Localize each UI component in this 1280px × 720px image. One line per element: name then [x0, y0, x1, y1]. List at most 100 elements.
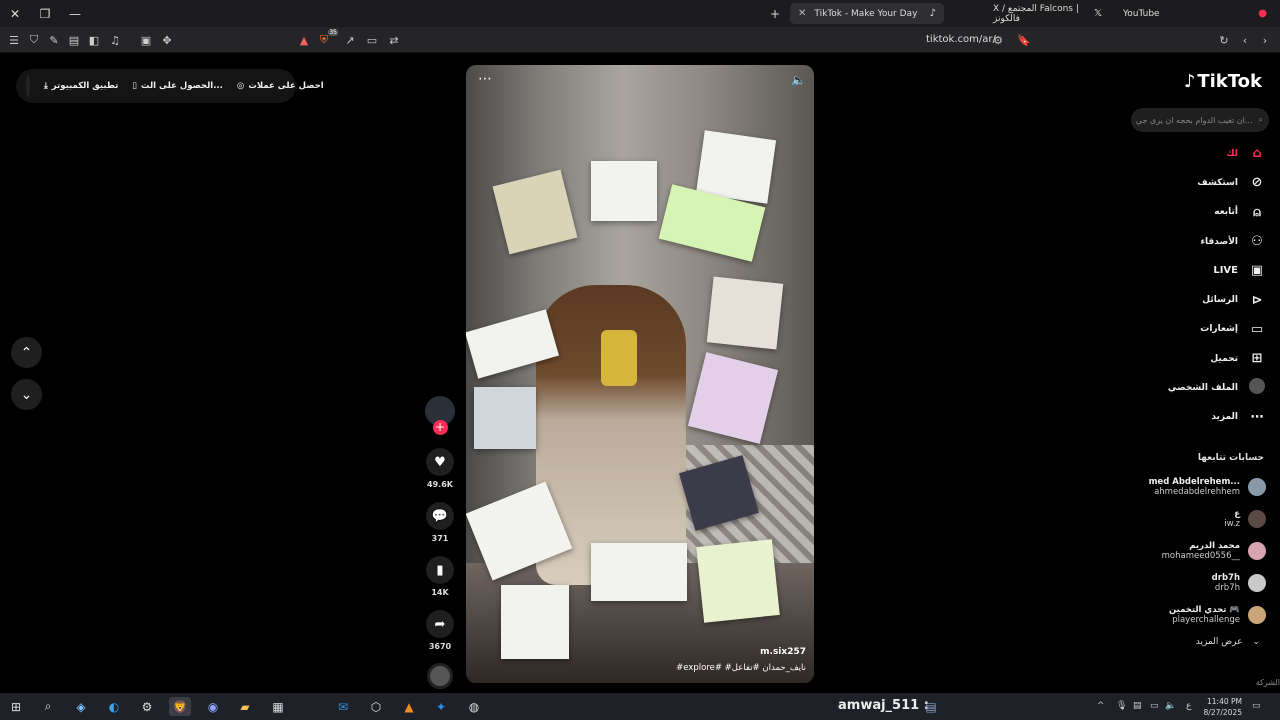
following-account[interactable]: تحدي التخمين 🎮 playerchallenge — [1126, 599, 1266, 631]
share-button[interactable]: ➦ — [426, 610, 454, 638]
company-link[interactable]: الشركة — [1256, 678, 1280, 687]
tray-overflow-icon[interactable]: ^ — [1097, 701, 1105, 711]
search-icon[interactable]: ⌕ — [37, 697, 59, 716]
sidebar-icon[interactable]: ◧ — [86, 32, 102, 48]
search-input[interactable]: ان تغيب الدوام بحجه ان يرى جي... — [1136, 116, 1253, 125]
sidebar-item-messages[interactable]: الرسائل ⊳ — [1136, 285, 1266, 314]
outlook-icon[interactable]: ✉ — [332, 697, 354, 716]
following-list: med Abdelrehem... ahmedabdelrehhem ع iw.z … — [1126, 471, 1266, 631]
puzzle-icon[interactable]: ✥ — [159, 32, 175, 48]
like-button[interactable]: ♥ — [426, 448, 454, 476]
close-window-icon[interactable]: ✕ — [0, 0, 30, 27]
obs-icon[interactable]: ◍ — [463, 697, 485, 716]
save-button[interactable]: ▮ — [426, 556, 454, 584]
following-account[interactable]: drb7h drb7h — [1126, 567, 1266, 599]
sidebar-item-more[interactable]: المزيد ⋯ — [1136, 403, 1266, 432]
system-clock[interactable]: 11:40 PM 8/27/2025 — [1200, 696, 1242, 718]
chevron-up-icon: ⌃ — [20, 344, 33, 361]
microphone-icon[interactable]: 🎙 — [1116, 701, 1127, 711]
tab-tiktok[interactable]: ✕ TikTok - Make Your Day ♪ — [790, 3, 944, 24]
minimize-window-icon[interactable]: — — [60, 0, 90, 27]
extensions-icon[interactable]: ✎ — [46, 32, 62, 48]
translate-icon[interactable]: ⇄ — [386, 32, 402, 48]
save-count: 14K — [431, 588, 449, 597]
brave-shields-icon[interactable]: ⛨ 35 — [316, 29, 338, 48]
see-more-button[interactable]: عرض المزيد ⌄ — [1196, 637, 1260, 647]
sidebar-item-following[interactable]: أتابعه ⍝ — [1136, 198, 1266, 227]
battlenet-icon[interactable]: ✦ — [430, 697, 452, 716]
sidebar-item-live[interactable]: LIVE ▣ — [1136, 256, 1266, 285]
volume-icon[interactable]: 🔈 — [791, 73, 806, 87]
sidebar-item-profile[interactable]: الملف الشخصي — [1136, 373, 1266, 402]
forward-icon[interactable]: › — [1257, 32, 1273, 48]
following-account[interactable]: med Abdelrehem... ahmedabdelrehhem — [1126, 471, 1266, 503]
epic-games-icon[interactable]: ⬡ — [365, 697, 387, 716]
share-icon[interactable]: ↗ — [342, 32, 358, 48]
friends-icon: ⚇ — [1251, 234, 1263, 250]
following-account[interactable]: محمد الدريم mohameed0556__ — [1126, 535, 1266, 567]
brave-rewards-icon[interactable]: ▲ — [296, 32, 312, 48]
edge-icon[interactable]: ◐ — [103, 697, 125, 716]
music-disc-icon[interactable] — [427, 663, 453, 689]
restore-window-icon[interactable]: ❐ — [30, 0, 60, 27]
close-tab-icon[interactable]: ✕ — [798, 8, 806, 19]
sidebar-item-friends[interactable]: الأصدقاء ⚇ — [1136, 227, 1266, 256]
get-app-button[interactable]: ▯ الحصول على الت... — [132, 81, 223, 91]
discord-icon[interactable]: ◉ — [202, 697, 224, 716]
windows-start-icon[interactable]: ⊞ — [5, 697, 27, 716]
sidebar-item-notifications[interactable]: إشعارات ▭ — [1136, 315, 1266, 344]
network-icon[interactable]: ▤ — [1133, 701, 1142, 711]
video-player[interactable]: ⋯ 🔈 m.six257 #explore# #نايف_حمدان #تفاع… — [466, 65, 814, 683]
next-video-button[interactable]: ⌄ — [11, 379, 42, 410]
search-icon[interactable]: ⌕ — [1259, 115, 1263, 125]
comment-button[interactable]: 💬 — [426, 502, 454, 530]
live-icon: ▣ — [1250, 263, 1264, 279]
notifications-icon[interactable]: ▭ — [1252, 701, 1261, 711]
get-coins-button[interactable]: ◎ احصل على عملات — [237, 81, 324, 91]
brave-browser-icon[interactable]: 🦁 — [169, 697, 191, 716]
tiktok-logo[interactable]: ♪ TikTok — [1184, 71, 1262, 92]
display-icon[interactable]: ▭ — [1150, 701, 1159, 711]
video-sticker — [492, 169, 578, 255]
video-more-icon[interactable]: ⋯ — [478, 71, 492, 87]
cast-icon[interactable]: ▭ — [364, 32, 380, 48]
shield-icon[interactable]: ⛉ — [26, 32, 42, 48]
address-bar[interactable]: tiktok.com/ar/ — [926, 34, 996, 45]
chevron-down-icon: ⌄ — [1252, 637, 1260, 647]
sidebar-item-upload[interactable]: تحميل ⊞ — [1136, 344, 1266, 373]
home-icon: ⌂ — [1252, 146, 1262, 162]
desktop-app-button[interactable]: ⤓ تطبيق الكمبيوتر — [44, 81, 118, 91]
volume-icon[interactable]: 🔈 — [1165, 701, 1176, 711]
microsoft-store-icon[interactable]: ▦ — [267, 697, 289, 716]
tabs-icon[interactable]: ▤ — [66, 32, 82, 48]
menu-icon[interactable]: ☰ — [6, 32, 22, 48]
compass-icon: ⊘ — [1251, 175, 1263, 191]
sidebar-item-for-you[interactable]: لك ⌂ — [1136, 139, 1266, 168]
previous-video-button[interactable]: ⌃ — [11, 337, 42, 368]
get-coins-label: احصل على عملات — [248, 81, 324, 91]
following-account[interactable]: ع iw.z — [1126, 503, 1266, 535]
steam-icon[interactable]: ⚙ — [136, 697, 158, 716]
bookmark-icon[interactable]: 🔖 — [1016, 32, 1032, 48]
music-icon[interactable]: ♫ — [107, 32, 123, 48]
screenshot-icon[interactable]: ▣ — [138, 32, 154, 48]
tab-youtube[interactable]: YouTube ● — [1115, 3, 1275, 24]
back-icon[interactable]: ‹ — [1237, 32, 1253, 48]
file-explorer-icon[interactable]: ▰ — [234, 697, 256, 716]
sidebar-item-explore[interactable]: استكشف ⊘ — [1136, 168, 1266, 197]
user-avatar[interactable] — [26, 75, 30, 97]
language-indicator[interactable]: ع — [1186, 701, 1191, 711]
like-count: 49.6K — [427, 480, 453, 489]
copilot-icon[interactable]: ◈ — [70, 697, 92, 716]
overlay-badge-icon: ▤ — [925, 699, 937, 714]
tab-falcons[interactable]: X / المجتمع Falcons | فالكونز 𝕏 — [985, 3, 1110, 24]
search-bar[interactable]: ان تغيب الدوام بحجه ان يرى جي... ⌕ — [1131, 108, 1269, 132]
video-author[interactable]: m.six257 — [760, 647, 806, 657]
follow-button[interactable]: + — [432, 420, 448, 435]
clock-time: 11:40 PM — [1207, 697, 1242, 706]
sidebar-item-label: الرسائل — [1202, 295, 1238, 306]
site-settings-icon[interactable]: ⚙ — [990, 32, 1006, 48]
vlc-icon[interactable]: ▲ — [398, 697, 420, 716]
reload-icon[interactable]: ↻ — [1216, 32, 1232, 48]
new-tab-icon[interactable]: + — [760, 0, 790, 27]
